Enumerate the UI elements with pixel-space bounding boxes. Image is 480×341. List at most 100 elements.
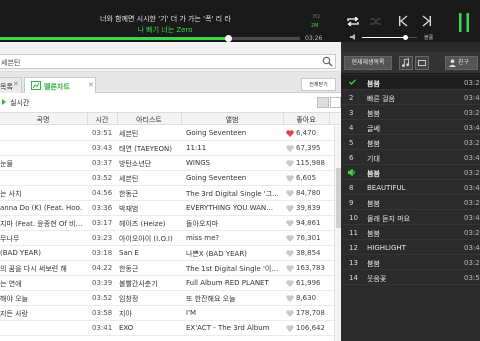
playlist-item[interactable]: 8 BEAUTIFUL 03:41	[341, 180, 480, 195]
heart-icon[interactable]	[286, 145, 294, 152]
table-row[interactable]: 03:41 EXO EX'ACT - The 3rd Album 106,642	[0, 321, 334, 336]
playlist-header: 현재재생목록 친구	[341, 52, 480, 74]
playlist-item[interactable]: 9 붐붐 03:26	[341, 195, 480, 210]
col-artist[interactable]: 아티스트	[118, 115, 180, 125]
table-row[interactable]: 03:52 세븐틴 Going Seventeen 6,605	[0, 171, 334, 186]
heart-icon[interactable]	[286, 220, 294, 227]
folder-icon[interactable]	[415, 56, 429, 70]
playlist-item[interactable]: 5 붐붐 03:26	[341, 135, 480, 150]
like-count: 163,783	[296, 264, 325, 272]
song-album: The 1st Digital Single '이…	[186, 265, 278, 273]
now-playing-tab[interactable]: 현재재생목록	[344, 56, 392, 70]
volume-icon[interactable]	[350, 34, 358, 40]
playlist-item[interactable]: 4 글쎄 03:41	[341, 120, 480, 135]
col-album[interactable]: 앨범	[182, 115, 282, 125]
table-row[interactable]: 무나무 03:23 아이오아이 (I.O.I) miss me? 76,301	[0, 231, 334, 246]
song-album: EVERYTHING YOU WAN…	[186, 204, 274, 212]
volume-slider[interactable]	[362, 35, 417, 40]
heart-icon[interactable]	[286, 160, 294, 167]
volume-knob[interactable]	[403, 35, 409, 40]
playlist-item[interactable]: 10 몰래 듣지 마요 03:41	[341, 210, 480, 225]
table-row[interactable]: 03:43 태연 (TAEYEON) 11:11 67,395	[0, 141, 334, 156]
grid-view-icon[interactable]	[330, 97, 341, 108]
song-title: 눈물	[0, 160, 13, 168]
table-row[interactable]: 는 사치 04:56 한동근 The 3rd Digital Single '그… 84…	[0, 186, 334, 201]
tab-list-close[interactable]: ✕	[13, 77, 22, 93]
eq-label[interactable]: EQ	[313, 14, 320, 20]
close-icon[interactable]: ✕	[88, 81, 94, 89]
playlist-item-number: 3	[349, 109, 354, 117]
song-artist: 지아	[119, 310, 132, 318]
table-row[interactable]: (BAD YEAR) 03:18 San E 나쁜X (BAD YEAR) 38,854	[0, 246, 334, 261]
next-track-icon[interactable]	[422, 15, 432, 27]
progress-bar[interactable]	[0, 35, 300, 42]
playlist-item-number: 2	[349, 94, 354, 102]
playlist-item[interactable]: 12 HIGHLIGHT 03:41	[341, 240, 480, 255]
search-icon[interactable]	[322, 56, 333, 67]
playlist-item[interactable]: 붐붐 03:26	[341, 165, 480, 180]
col-time[interactable]: 시간	[88, 115, 116, 125]
playlist-item[interactable]: 3 붐붐 03:26	[341, 105, 480, 120]
playlist-item-title: HIGHLIGHT	[367, 244, 406, 252]
playlist-item[interactable]: 11 붐붐 03:26	[341, 225, 480, 240]
playlist-item-duration: 03:41	[464, 94, 480, 102]
heart-icon[interactable]	[286, 280, 294, 287]
table-row[interactable]: 03:51 세븐틴 Going Seventeen 6,470	[0, 126, 334, 141]
close-all-tabs-button[interactable]: 전체닫기	[301, 78, 336, 91]
heart-icon[interactable]	[286, 265, 294, 272]
previous-track-icon[interactable]	[398, 15, 408, 27]
col-title[interactable]: 곡명	[0, 115, 86, 125]
list-view-icon[interactable]	[317, 97, 329, 108]
close-icon[interactable]: ✕	[13, 80, 19, 88]
playlist-item-title: 글쎄	[367, 125, 380, 133]
heart-icon[interactable]	[286, 295, 294, 302]
col-likes[interactable]: 좋아요	[284, 115, 328, 125]
song-artist: 태연 (TAEYEON)	[119, 145, 172, 153]
playlist-item-title: 기대	[367, 155, 380, 163]
playlist-item[interactable]: 6 기대 03:41	[341, 150, 480, 165]
table-row[interactable]: 지든 사랑 03:58 지아 I'M 178,708	[0, 306, 334, 321]
playlist-item[interactable]: 14 웃음꽃 03:52	[341, 270, 480, 285]
expand-arrow-icon[interactable]	[2, 99, 6, 105]
playlist-item[interactable]: 붐붐 03:26	[341, 75, 480, 90]
heart-icon[interactable]	[286, 190, 294, 197]
tab-melon-chart[interactable]: 멜론차트 ✕	[24, 77, 96, 94]
progress-knob[interactable]	[225, 35, 232, 42]
search-input[interactable]: 세븐틴	[0, 54, 336, 69]
table-row[interactable]: anna Do (K) (Feat. Hoo… 03:36 박재범 EVERYTHIN…	[0, 201, 334, 216]
music-note-icon[interactable]	[399, 56, 413, 70]
chart-icon	[31, 81, 41, 90]
song-artist: 박재범	[119, 205, 139, 213]
table-row[interactable]: 는 연애 03:39 볼빨간사춘기 Full Album RED PLANET 61,9…	[0, 276, 334, 291]
heart-icon[interactable]	[286, 250, 294, 257]
friend-button[interactable]: 친구	[445, 56, 478, 70]
heart-icon[interactable]	[286, 130, 294, 137]
repeat-icon[interactable]	[346, 17, 360, 26]
table-row[interactable]: 지마 (Feat. 윤종현 Of 비… 03:17 헤이즈 (Heize) 돌아오지마…	[0, 216, 334, 231]
song-artist: San E	[119, 249, 139, 257]
elapsed-time: 03:26	[305, 35, 323, 42]
table-scrollbar[interactable]	[334, 126, 341, 341]
table-row[interactable]: 눈물 03:37 방탄소년단 WINGS 115,988	[0, 156, 334, 171]
playlist-item-number: 11	[349, 229, 358, 237]
like-count: 6,470	[296, 129, 317, 137]
heart-icon[interactable]	[286, 175, 294, 182]
song-album: 나쁜X (BAD YEAR)	[186, 250, 247, 258]
song-duration: 03:17	[92, 219, 113, 227]
shuffle-icon[interactable]	[369, 17, 383, 26]
heart-icon[interactable]	[286, 205, 294, 212]
heart-icon[interactable]	[286, 235, 294, 242]
playlist-item[interactable]: 2 빠른 걸음 03:41	[341, 90, 480, 105]
table-row[interactable]: 해야 오늘 03:52 임창정 또 한잔해요 오늘 8,630	[0, 291, 334, 306]
lyrics-line-next: 나 빠기 너는 Zero	[137, 26, 193, 34]
heart-icon[interactable]	[286, 325, 294, 332]
heart-icon[interactable]	[286, 310, 294, 317]
pause-icon[interactable]	[458, 13, 470, 32]
chart-pane: 세븐틴 목록 ✕ 멜론차트 ✕ 전체닫기 실시간 곡명 시간 아티스트 앨범 좋…	[0, 42, 341, 341]
playlist-item[interactable]: 13 붐붐 03:26	[341, 255, 480, 270]
song-duration: 03:52	[92, 174, 113, 182]
playlist-item-duration: 03:26	[464, 259, 480, 267]
table-row[interactable]: 의 꿈을 다시 써보련 해 04:22 한동근 The 1st Digital Sin…	[0, 261, 334, 276]
playlist-item-title: 붐붐	[367, 110, 380, 118]
playlist-item-number: 10	[349, 214, 358, 222]
